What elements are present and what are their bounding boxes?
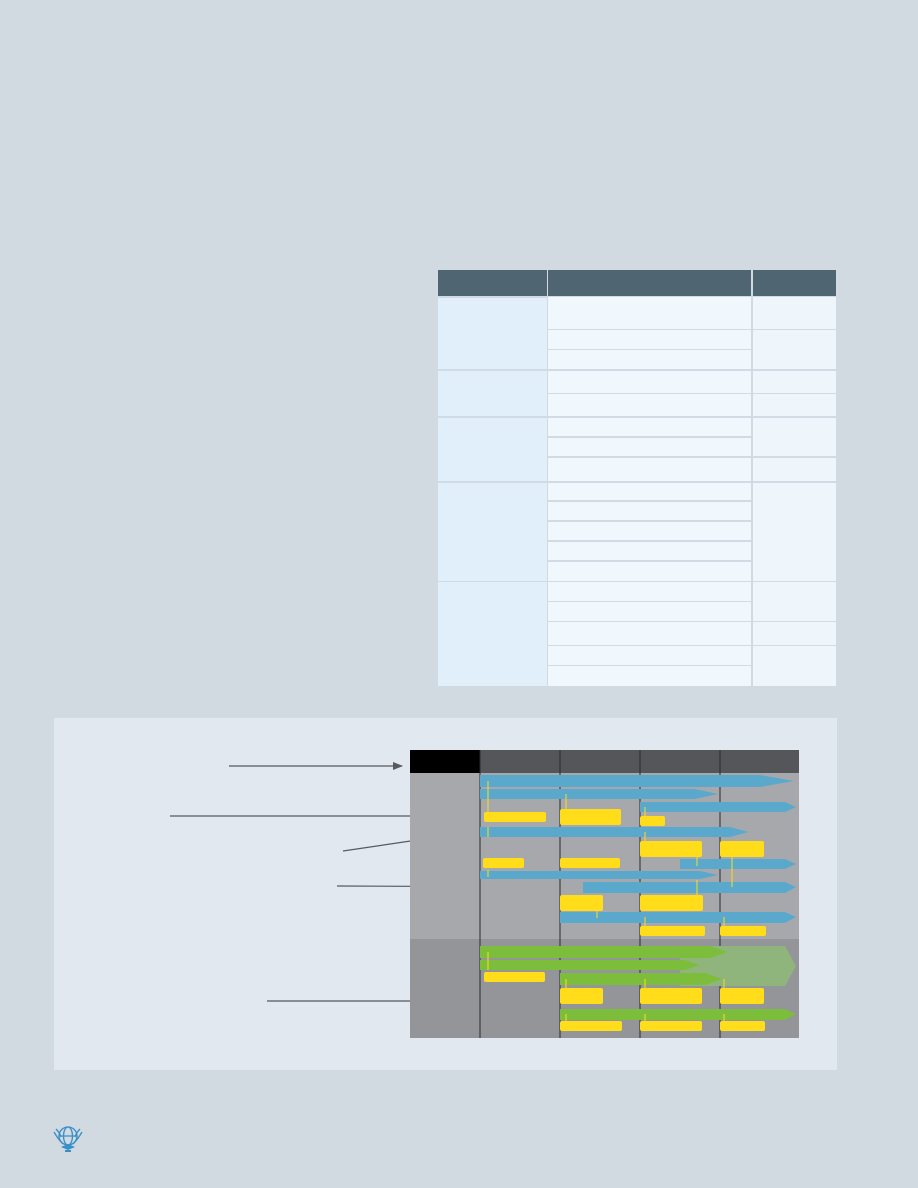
yellow-box: [560, 895, 603, 911]
yellow-box: [720, 841, 764, 857]
yellow-box: [484, 812, 546, 822]
blue-bar: [480, 871, 718, 879]
yellow-box: [560, 1021, 622, 1031]
blue-bar: [560, 912, 796, 923]
yellow-box: [640, 988, 702, 1004]
green-bar: [480, 946, 728, 958]
yellow-box: [720, 988, 764, 1004]
yellow-box: [640, 1021, 702, 1031]
green-bar: [560, 1009, 796, 1020]
yellow-box: [560, 809, 621, 825]
yellow-box: [560, 858, 620, 868]
yellow-box: [483, 858, 524, 868]
yellow-box: [640, 895, 703, 911]
yellow-box: [720, 1021, 765, 1031]
timeline-header-period-2: [560, 750, 640, 773]
yellow-box: [640, 926, 705, 936]
blue-bar: [640, 802, 796, 812]
yellow-box: [640, 816, 665, 826]
yellow-box: [720, 926, 766, 936]
blue-bar: [480, 789, 718, 799]
timeline-header-period-1: [480, 750, 560, 773]
green-bar: [480, 960, 700, 970]
timeline-header-label-cell: [410, 750, 480, 773]
organization-emblem-icon: [53, 1126, 83, 1152]
yellow-box: [484, 972, 545, 982]
yellow-box: [640, 841, 702, 857]
green-bar: [560, 973, 722, 985]
blue-bar: [583, 882, 796, 893]
timeline-diagram: [410, 750, 799, 1038]
timeline-header-period-4: [720, 750, 799, 773]
timeline-header-period-3: [640, 750, 720, 773]
blue-bar: [480, 775, 794, 787]
yellow-box: [560, 988, 603, 1004]
blue-bar: [480, 827, 748, 837]
